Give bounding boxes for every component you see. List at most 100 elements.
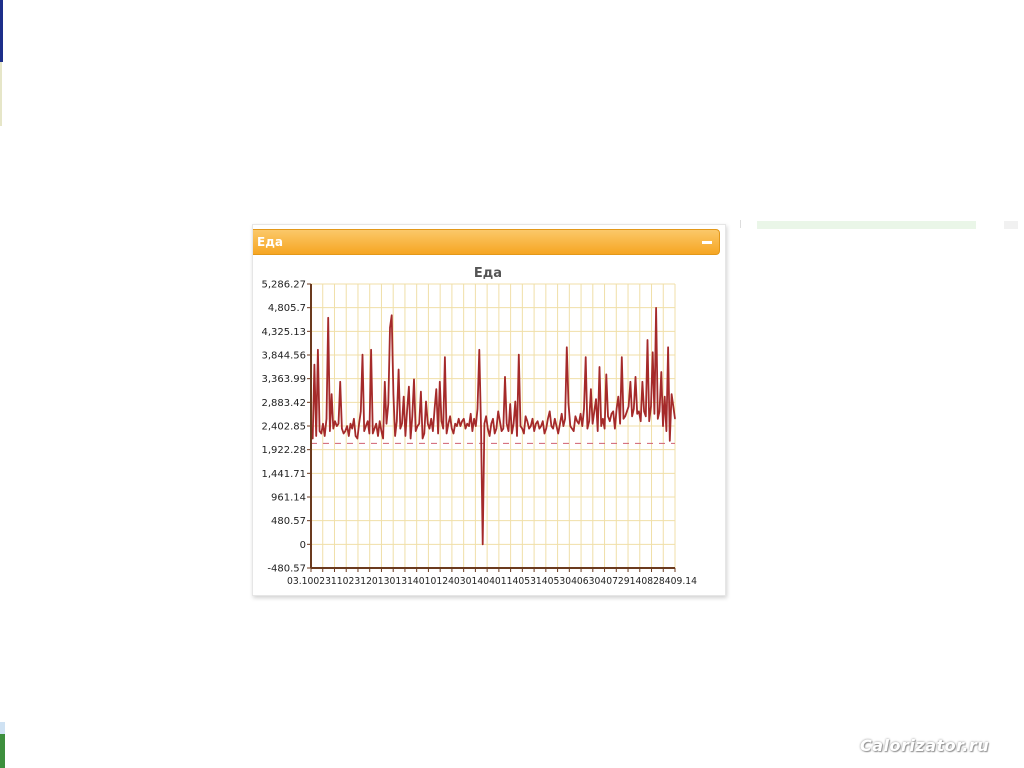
data-point — [580, 413, 582, 415]
data-point — [607, 415, 609, 417]
data-point — [478, 349, 480, 351]
data-point — [396, 420, 398, 422]
data-point — [432, 430, 434, 432]
data-point — [415, 430, 417, 432]
data-point — [351, 428, 353, 430]
data-point — [336, 425, 338, 427]
data-point — [339, 381, 341, 383]
data-point — [581, 425, 583, 427]
data-point — [530, 425, 532, 427]
data-point — [368, 432, 370, 435]
data-point — [674, 418, 676, 420]
data-point — [590, 388, 592, 390]
data-point — [628, 405, 630, 407]
data-point — [658, 410, 661, 412]
data-point — [332, 428, 334, 430]
data-point — [446, 432, 448, 435]
data-point — [535, 423, 537, 425]
y-tick-label: 961.14 — [271, 493, 306, 504]
data-point — [604, 428, 606, 430]
data-point — [511, 432, 513, 435]
data-point — [439, 381, 441, 383]
data-point — [385, 423, 388, 425]
data-point — [434, 408, 436, 410]
data-point — [312, 437, 314, 440]
data-point — [619, 423, 621, 425]
data-point — [497, 410, 499, 412]
data-point — [353, 418, 355, 420]
data-point — [451, 428, 453, 430]
data-point — [329, 430, 331, 432]
data-point — [593, 410, 595, 412]
data-point — [471, 430, 473, 432]
data-point — [595, 398, 597, 400]
data-point — [543, 432, 546, 435]
data-point — [447, 423, 449, 425]
data-point — [315, 435, 317, 437]
data-point — [547, 418, 549, 420]
data-point — [480, 425, 482, 427]
collapse-icon[interactable] — [701, 236, 713, 248]
data-point — [420, 391, 422, 393]
data-point — [528, 428, 530, 430]
data-point — [662, 425, 664, 427]
data-point — [542, 420, 544, 422]
data-point — [653, 413, 655, 415]
data-point — [380, 430, 382, 432]
data-point — [516, 435, 518, 437]
data-point — [514, 400, 516, 403]
data-point — [435, 388, 437, 390]
line-chart: Еда 5,286.27 4,805.7 4,325.13 3,844.56 3,363.… — [261, 266, 697, 587]
data-point — [327, 317, 329, 319]
data-point — [537, 420, 539, 422]
data-point — [645, 415, 647, 417]
y-tick-label: 2,883.42 — [261, 398, 306, 409]
y-tick-label: 5,286.27 — [261, 280, 306, 291]
data-point — [485, 415, 487, 417]
data-point — [495, 428, 497, 430]
data-point — [624, 415, 626, 417]
data-point — [643, 410, 645, 412]
data-point — [476, 408, 479, 410]
data-point — [671, 393, 673, 395]
data-point — [648, 420, 650, 422]
data-point — [509, 403, 511, 405]
data-point — [612, 410, 614, 412]
data-point — [585, 356, 587, 358]
right-panel-fragment — [1004, 221, 1018, 229]
data-point — [646, 339, 649, 341]
data-point — [422, 437, 424, 440]
data-point — [355, 435, 357, 437]
data-point — [377, 435, 379, 437]
data-point — [617, 396, 619, 398]
data-point — [440, 420, 443, 422]
watermark-logo: Calorizator.ru — [860, 736, 990, 755]
data-point — [449, 415, 451, 417]
data-point — [494, 432, 496, 435]
data-point — [621, 356, 623, 358]
data-point — [404, 435, 406, 437]
data-point — [586, 428, 588, 430]
data-point — [641, 381, 643, 383]
y-tick-label: 4,325.13 — [261, 327, 306, 338]
data-point — [387, 403, 389, 405]
data-point — [667, 346, 669, 348]
y-tick-label: 1,922.28 — [261, 445, 306, 456]
data-point — [423, 432, 425, 435]
data-point — [633, 408, 635, 410]
data-point — [370, 349, 372, 351]
data-point — [456, 425, 458, 427]
data-point — [473, 418, 475, 420]
data-point — [416, 425, 419, 427]
data-point — [389, 327, 391, 329]
data-point — [466, 423, 468, 425]
data-point — [638, 410, 640, 412]
data-point — [346, 425, 348, 427]
data-point — [341, 428, 343, 430]
data-point — [337, 423, 340, 425]
data-point — [664, 396, 666, 398]
data-point — [348, 435, 350, 437]
data-point — [531, 418, 534, 420]
y-tick-label: 1,441.71 — [261, 469, 306, 480]
data-point — [313, 364, 315, 366]
